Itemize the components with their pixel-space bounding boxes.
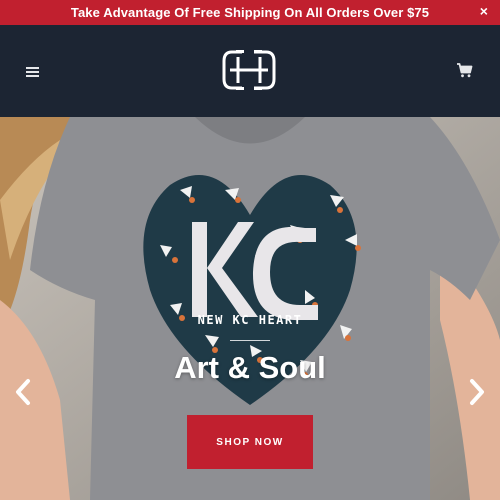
hero-title: Art & Soul: [174, 350, 326, 385]
cart-icon[interactable]: [456, 63, 473, 78]
site-header: [0, 25, 500, 117]
hero-subtitle: NEW KC HEART: [197, 313, 303, 327]
shop-now-button[interactable]: SHOP NOW: [187, 415, 313, 469]
hamburger-menu-icon[interactable]: [26, 67, 39, 77]
kc-monogram-logo[interactable]: [220, 47, 278, 93]
hero-divider: [230, 340, 270, 341]
announcement-text: Take Advantage Of Free Shipping On All O…: [70, 5, 430, 20]
announcement-bar: Take Advantage Of Free Shipping On All O…: [0, 0, 500, 25]
close-icon[interactable]: ×: [480, 3, 488, 19]
